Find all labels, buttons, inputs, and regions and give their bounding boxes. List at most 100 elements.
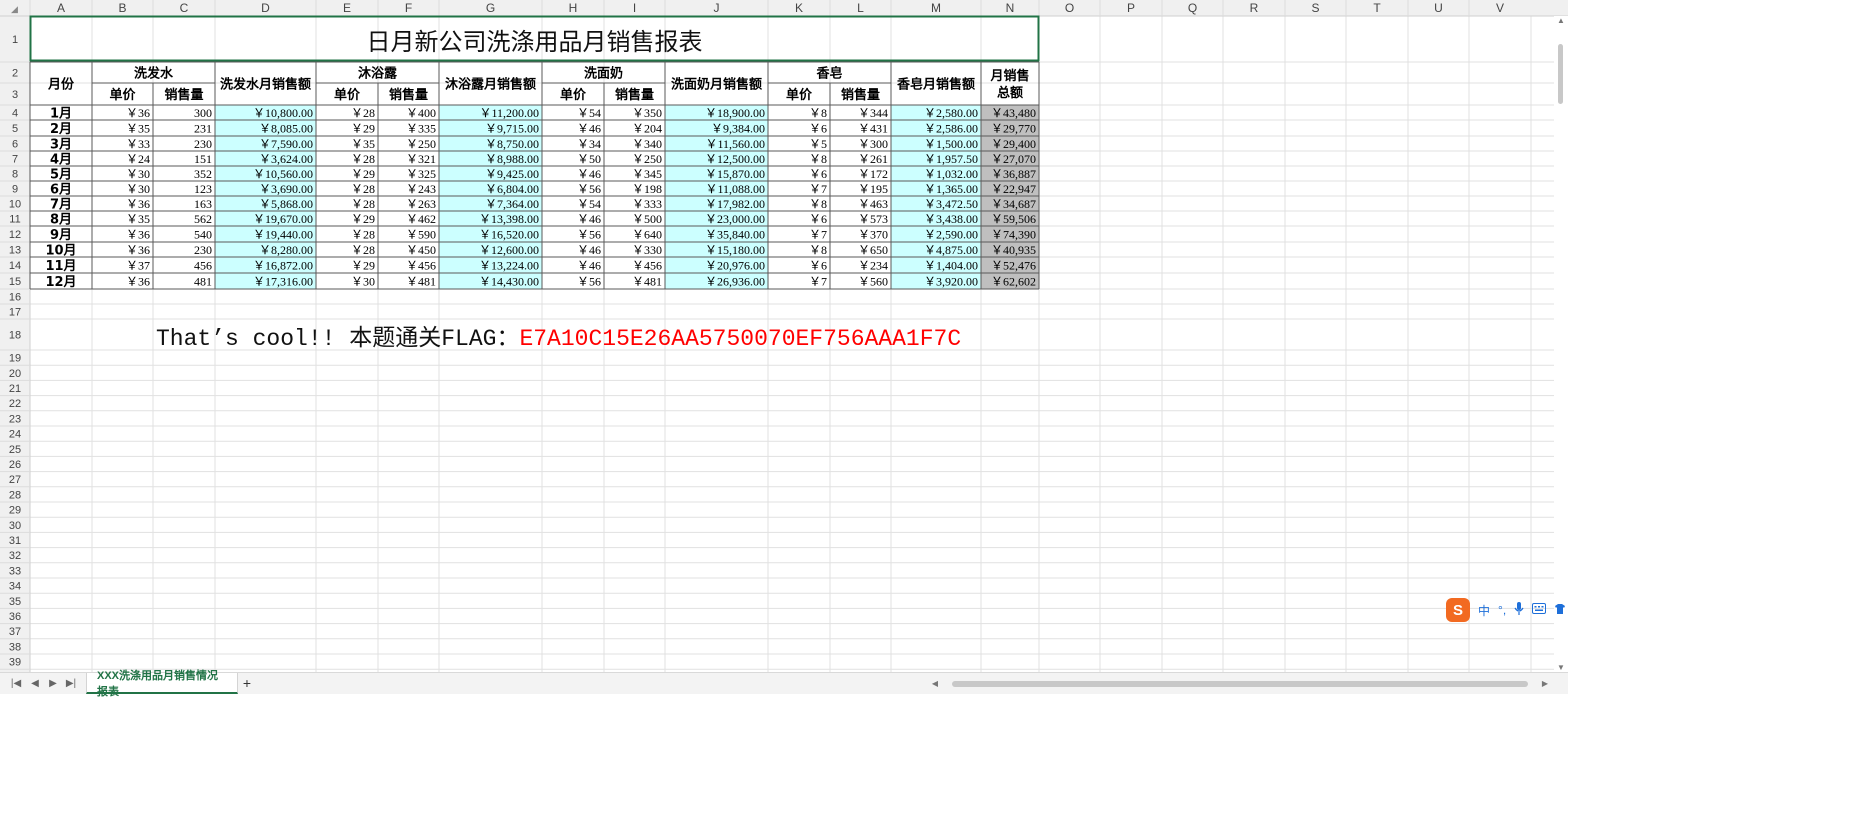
data-cell[interactable]: ￥6 [809, 122, 827, 136]
data-cell[interactable]: ￥650 [858, 243, 888, 257]
data-cell[interactable]: ￥15,180.00 [705, 243, 765, 257]
row-header[interactable]: 4 [12, 108, 18, 120]
row-header[interactable]: 14 [9, 260, 21, 272]
data-cell[interactable]: ￥29 [351, 122, 375, 136]
microphone-icon[interactable] [1514, 601, 1524, 619]
data-cell[interactable]: ￥431 [858, 122, 888, 136]
data-cell[interactable]: ￥195 [858, 182, 888, 196]
column-header-L[interactable]: L [857, 1, 864, 15]
column-header-S[interactable]: S [1311, 1, 1319, 15]
vertical-scroll-thumb[interactable] [1558, 44, 1563, 104]
row-header[interactable]: 27 [9, 474, 21, 486]
row-header[interactable]: 10 [9, 199, 21, 211]
row-header[interactable]: 16 [9, 292, 21, 304]
data-cell[interactable]: ￥46 [577, 259, 601, 273]
data-cell[interactable]: ￥8,085.00 [259, 122, 313, 136]
data-cell[interactable]: ￥54 [577, 106, 601, 120]
row-header[interactable]: 38 [9, 641, 21, 653]
month-cell[interactable]: 12月 [45, 275, 76, 290]
data-cell[interactable]: ￥28 [351, 152, 375, 166]
row-header[interactable]: 31 [9, 535, 21, 547]
data-cell[interactable]: ￥325 [406, 167, 436, 181]
data-cell[interactable]: ￥2,590.00 [924, 228, 978, 242]
row-header[interactable]: 32 [9, 550, 21, 562]
data-cell[interactable]: ￥1,032.00 [924, 167, 978, 181]
data-cell[interactable]: ￥340 [632, 137, 662, 151]
row-header[interactable]: 33 [9, 565, 21, 577]
ime-language[interactable]: 中 [1478, 602, 1490, 619]
month-cell[interactable]: 1月 [50, 107, 72, 122]
column-header-E[interactable]: E [343, 1, 351, 15]
ime-logo-icon[interactable]: S [1446, 598, 1470, 622]
month-cell[interactable]: 11月 [45, 259, 76, 274]
data-cell[interactable]: ￥6 [809, 259, 827, 273]
data-cell[interactable]: ￥590 [406, 228, 436, 242]
column-header-I[interactable]: I [633, 1, 636, 15]
data-cell[interactable]: ￥263 [406, 197, 436, 211]
skin-icon[interactable] [1554, 603, 1566, 618]
column-header-U[interactable]: U [1434, 1, 1443, 15]
row-header[interactable]: 9 [12, 184, 18, 196]
data-cell[interactable]: ￥234 [858, 259, 888, 273]
row-header[interactable]: 6 [12, 139, 18, 151]
scroll-down-icon[interactable]: ▼ [1554, 663, 1568, 672]
data-cell[interactable]: ￥8,280.00 [259, 243, 313, 257]
row-header[interactable]: 28 [9, 489, 21, 501]
data-cell[interactable]: ￥56 [577, 275, 601, 289]
data-cell[interactable]: ￥29,400 [991, 137, 1036, 151]
column-header-O[interactable]: O [1065, 1, 1074, 15]
data-cell[interactable]: ￥56 [577, 182, 601, 196]
data-cell[interactable]: ￥5,868.00 [259, 197, 313, 211]
data-cell[interactable]: ￥54 [577, 197, 601, 211]
data-cell[interactable]: ￥59,506 [991, 212, 1036, 226]
data-cell[interactable]: ￥35,840.00 [705, 228, 765, 242]
row-header[interactable]: 18 [9, 330, 21, 342]
data-cell[interactable]: ￥12,600.00 [479, 243, 539, 257]
select-all-corner[interactable]: ◢ [11, 4, 18, 14]
data-cell[interactable]: ￥243 [406, 182, 436, 196]
row-header[interactable]: 12 [9, 229, 21, 241]
data-cell[interactable]: ￥5 [809, 137, 827, 151]
data-cell[interactable]: ￥400 [406, 106, 436, 120]
data-cell[interactable]: ￥35 [126, 212, 150, 226]
row-header[interactable]: 29 [9, 505, 21, 517]
data-cell[interactable]: ￥321 [406, 152, 436, 166]
data-cell[interactable]: ￥28 [351, 243, 375, 257]
row-header[interactable]: 37 [9, 626, 21, 638]
data-cell[interactable]: ￥15,870.00 [705, 167, 765, 181]
data-cell[interactable]: ￥6,804.00 [485, 182, 539, 196]
data-cell[interactable]: ￥34 [577, 137, 601, 151]
row-header[interactable]: 5 [12, 123, 18, 135]
data-cell[interactable]: ￥3,690.00 [259, 182, 313, 196]
data-cell[interactable]: ￥8,750.00 [485, 137, 539, 151]
column-header-K[interactable]: K [795, 1, 803, 15]
data-cell[interactable]: ￥74,390 [991, 228, 1036, 242]
data-cell[interactable]: ￥29 [351, 212, 375, 226]
data-cell[interactable]: 151 [194, 152, 212, 166]
data-cell[interactable]: ￥7,590.00 [259, 137, 313, 151]
data-cell[interactable]: ￥46 [577, 122, 601, 136]
data-cell[interactable]: ￥3,438.00 [924, 212, 978, 226]
data-cell[interactable]: ￥560 [858, 275, 888, 289]
column-header-J[interactable]: J [714, 1, 720, 15]
data-cell[interactable]: ￥172 [858, 167, 888, 181]
data-cell[interactable]: ￥462 [406, 212, 436, 226]
row-header[interactable]: 26 [9, 459, 21, 471]
row-header[interactable]: 34 [9, 581, 21, 593]
data-cell[interactable]: ￥29,770 [991, 122, 1036, 136]
row-header[interactable]: 15 [9, 276, 21, 288]
data-cell[interactable]: ￥62,602 [991, 275, 1036, 289]
column-header-P[interactable]: P [1127, 1, 1135, 15]
data-cell[interactable]: ￥8 [809, 197, 827, 211]
data-cell[interactable]: ￥29 [351, 259, 375, 273]
row-header[interactable]: 30 [9, 520, 21, 532]
month-cell[interactable]: 3月 [50, 138, 72, 153]
month-cell[interactable]: 10月 [45, 244, 76, 259]
prev-sheet-icon[interactable]: ◀ [27, 675, 43, 691]
data-cell[interactable]: ￥24 [126, 152, 150, 166]
data-cell[interactable]: ￥261 [858, 152, 888, 166]
data-cell[interactable]: ￥1,957.50 [924, 152, 978, 166]
data-cell[interactable]: ￥23,000.00 [705, 212, 765, 226]
data-cell[interactable]: ￥36 [126, 197, 150, 211]
data-cell[interactable]: ￥30 [351, 275, 375, 289]
